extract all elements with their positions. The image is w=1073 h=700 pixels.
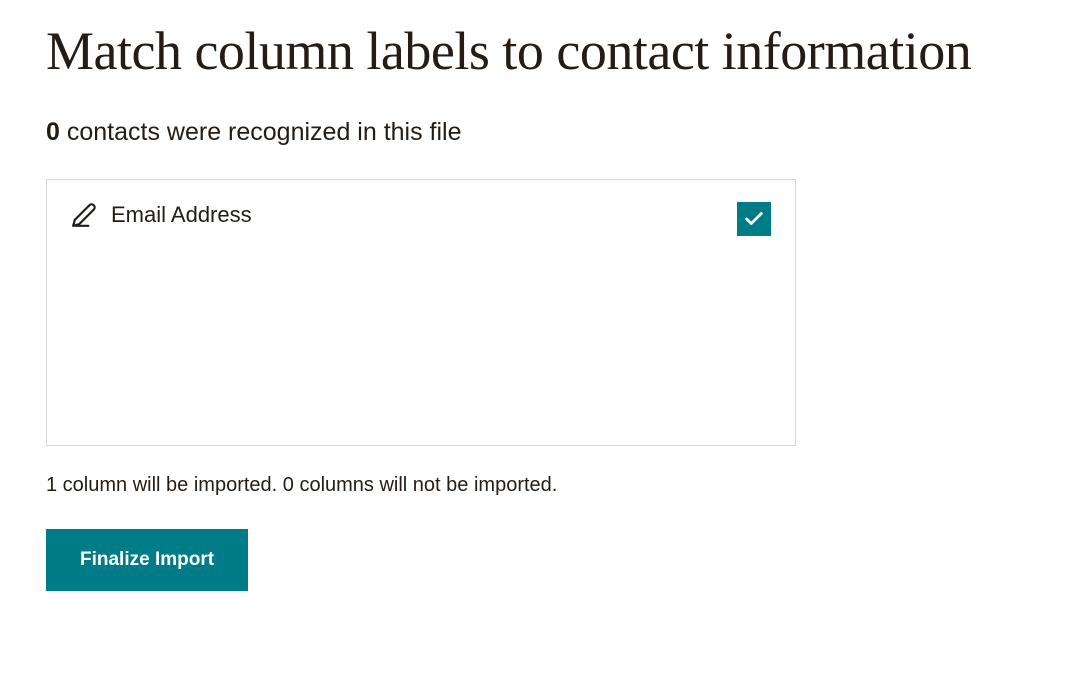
status-text: contacts were recognized in this file bbox=[67, 118, 462, 146]
import-summary: 1 column will be imported. 0 columns wil… bbox=[46, 474, 1027, 497]
recognized-count: 0 bbox=[46, 118, 60, 146]
column-label: Email Address bbox=[111, 202, 252, 228]
edit-icon[interactable] bbox=[71, 202, 97, 228]
status-line: 0 contacts were recognized in this file bbox=[46, 116, 1027, 149]
page-title: Match column labels to contact informati… bbox=[46, 20, 1027, 82]
finalize-import-button[interactable]: Finalize Import bbox=[46, 529, 248, 591]
check-badge bbox=[737, 202, 771, 236]
column-card: Email Address bbox=[46, 179, 796, 446]
column-header: Email Address bbox=[71, 202, 771, 228]
